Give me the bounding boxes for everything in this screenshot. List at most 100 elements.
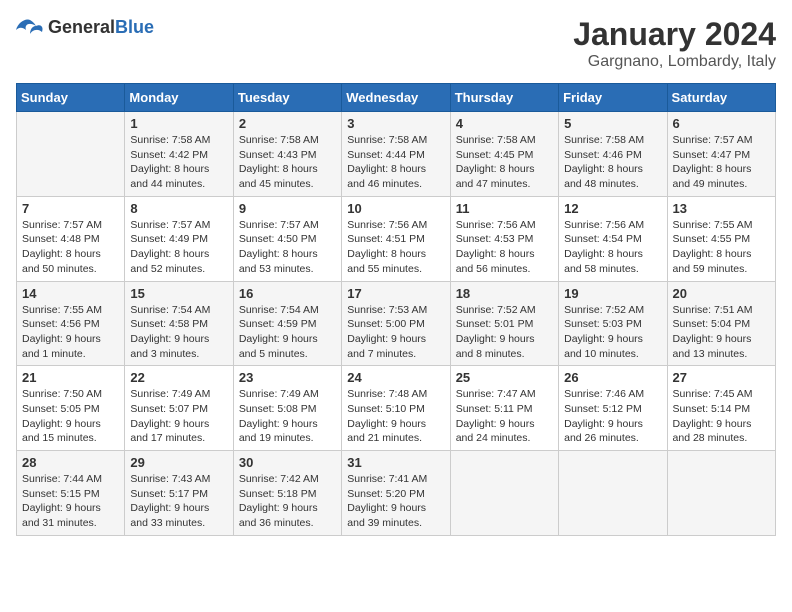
day-number: 25 [456,370,553,385]
calendar-cell: 2 Sunrise: 7:58 AMSunset: 4:43 PMDaylight… [233,112,341,197]
day-number: 30 [239,455,336,470]
day-number: 17 [347,286,444,301]
weekday-header: Friday [559,84,667,112]
day-number: 10 [347,201,444,216]
month-title: January 2024 [573,16,776,53]
day-info: Sunrise: 7:53 AMSunset: 5:00 PMDaylight:… [347,303,444,362]
calendar-cell: 4 Sunrise: 7:58 AMSunset: 4:45 PMDaylight… [450,112,558,197]
day-info: Sunrise: 7:58 AMSunset: 4:46 PMDaylight:… [564,133,661,192]
logo-general: General [48,17,115,37]
day-number: 14 [22,286,119,301]
day-number: 28 [22,455,119,470]
day-info: Sunrise: 7:46 AMSunset: 5:12 PMDaylight:… [564,387,661,446]
logo-text: GeneralBlue [48,17,154,38]
calendar-week-row: 21 Sunrise: 7:50 AMSunset: 5:05 PMDayligh… [17,366,776,451]
day-number: 22 [130,370,227,385]
calendar-cell: 15Sunrise: 7:54 AMSunset: 4:58 PMDayligh… [125,281,233,366]
weekday-header: Thursday [450,84,558,112]
calendar-cell: 6Sunrise: 7:57 AMSunset: 4:47 PMDaylight… [667,112,775,197]
calendar-cell: 16 Sunrise: 7:54 AMSunset: 4:59 PMDayligh… [233,281,341,366]
day-info: Sunrise: 7:49 AMSunset: 5:08 PMDaylight:… [239,387,336,446]
calendar-cell: 31 Sunrise: 7:41 AMSunset: 5:20 PMDayligh… [342,451,450,536]
calendar-cell: 21 Sunrise: 7:50 AMSunset: 5:05 PMDayligh… [17,366,125,451]
day-info: Sunrise: 7:55 AMSunset: 4:56 PMDaylight:… [22,303,119,362]
day-info: Sunrise: 7:57 AMSunset: 4:48 PMDaylight:… [22,218,119,277]
day-number: 7 [22,201,119,216]
calendar-week-row: 1 Sunrise: 7:58 AMSunset: 4:42 PMDaylight… [17,112,776,197]
calendar-cell [17,112,125,197]
day-number: 26 [564,370,661,385]
calendar-cell [667,451,775,536]
calendar-cell: 9 Sunrise: 7:57 AMSunset: 4:50 PMDaylight… [233,196,341,281]
logo-blue: Blue [115,17,154,37]
calendar-cell [450,451,558,536]
day-info: Sunrise: 7:43 AMSunset: 5:17 PMDaylight:… [130,472,227,531]
day-number: 16 [239,286,336,301]
day-info: Sunrise: 7:44 AMSunset: 5:15 PMDaylight:… [22,472,119,531]
day-number: 15 [130,286,227,301]
calendar-cell: 24 Sunrise: 7:48 AMSunset: 5:10 PMDayligh… [342,366,450,451]
day-number: 12 [564,201,661,216]
day-number: 31 [347,455,444,470]
weekday-header: Monday [125,84,233,112]
day-number: 20 [673,286,770,301]
calendar-week-row: 28 Sunrise: 7:44 AMSunset: 5:15 PMDayligh… [17,451,776,536]
calendar-cell: 8 Sunrise: 7:57 AMSunset: 4:49 PMDaylight… [125,196,233,281]
day-info: Sunrise: 7:56 AMSunset: 4:51 PMDaylight:… [347,218,444,277]
day-number: 23 [239,370,336,385]
calendar-cell: 17 Sunrise: 7:53 AMSunset: 5:00 PMDayligh… [342,281,450,366]
calendar-table: SundayMondayTuesdayWednesdayThursdayFrid… [16,83,776,536]
calendar-cell: 23 Sunrise: 7:49 AMSunset: 5:08 PMDayligh… [233,366,341,451]
calendar-cell: 14 Sunrise: 7:55 AMSunset: 4:56 PMDayligh… [17,281,125,366]
day-info: Sunrise: 7:54 AMSunset: 4:59 PMDaylight:… [239,303,336,362]
day-number: 13 [673,201,770,216]
calendar-cell: 30 Sunrise: 7:42 AMSunset: 5:18 PMDayligh… [233,451,341,536]
day-info: Sunrise: 7:56 AMSunset: 4:54 PMDaylight:… [564,218,661,277]
day-info: Sunrise: 7:58 AMSunset: 4:42 PMDaylight:… [130,133,227,192]
calendar-cell: 13Sunrise: 7:55 AMSunset: 4:55 PMDayligh… [667,196,775,281]
day-number: 27 [673,370,770,385]
day-info: Sunrise: 7:57 AMSunset: 4:49 PMDaylight:… [130,218,227,277]
page-header: GeneralBlue January 2024 Gargnano, Lomba… [16,16,776,71]
weekday-header: Sunday [17,84,125,112]
day-info: Sunrise: 7:42 AMSunset: 5:18 PMDaylight:… [239,472,336,531]
day-number: 5 [564,116,661,131]
day-number: 6 [673,116,770,131]
day-info: Sunrise: 7:47 AMSunset: 5:11 PMDaylight:… [456,387,553,446]
day-number: 2 [239,116,336,131]
day-number: 9 [239,201,336,216]
weekday-header: Saturday [667,84,775,112]
day-number: 18 [456,286,553,301]
calendar-cell: 28 Sunrise: 7:44 AMSunset: 5:15 PMDayligh… [17,451,125,536]
day-info: Sunrise: 7:51 AMSunset: 5:04 PMDaylight:… [673,303,770,362]
day-info: Sunrise: 7:50 AMSunset: 5:05 PMDaylight:… [22,387,119,446]
day-info: Sunrise: 7:48 AMSunset: 5:10 PMDaylight:… [347,387,444,446]
calendar-cell: 18 Sunrise: 7:52 AMSunset: 5:01 PMDayligh… [450,281,558,366]
calendar-cell: 12 Sunrise: 7:56 AMSunset: 4:54 PMDayligh… [559,196,667,281]
day-info: Sunrise: 7:57 AMSunset: 4:50 PMDaylight:… [239,218,336,277]
calendar-cell: 3Sunrise: 7:58 AMSunset: 4:44 PMDaylight… [342,112,450,197]
calendar-week-row: 14 Sunrise: 7:55 AMSunset: 4:56 PMDayligh… [17,281,776,366]
day-info: Sunrise: 7:45 AMSunset: 5:14 PMDaylight:… [673,387,770,446]
logo-icon [16,16,44,38]
day-number: 24 [347,370,444,385]
day-number: 8 [130,201,227,216]
day-info: Sunrise: 7:52 AMSunset: 5:03 PMDaylight:… [564,303,661,362]
day-number: 1 [130,116,227,131]
weekday-header: Wednesday [342,84,450,112]
day-info: Sunrise: 7:56 AMSunset: 4:53 PMDaylight:… [456,218,553,277]
calendar-cell: 10 Sunrise: 7:56 AMSunset: 4:51 PMDayligh… [342,196,450,281]
day-info: Sunrise: 7:52 AMSunset: 5:01 PMDaylight:… [456,303,553,362]
calendar-cell: 22 Sunrise: 7:49 AMSunset: 5:07 PMDayligh… [125,366,233,451]
calendar-cell: 11Sunrise: 7:56 AMSunset: 4:53 PMDayligh… [450,196,558,281]
day-number: 21 [22,370,119,385]
day-info: Sunrise: 7:41 AMSunset: 5:20 PMDaylight:… [347,472,444,531]
day-info: Sunrise: 7:58 AMSunset: 4:44 PMDaylight:… [347,133,444,192]
day-number: 19 [564,286,661,301]
calendar-cell: 26 Sunrise: 7:46 AMSunset: 5:12 PMDayligh… [559,366,667,451]
day-info: Sunrise: 7:58 AMSunset: 4:43 PMDaylight:… [239,133,336,192]
weekday-header: Tuesday [233,84,341,112]
day-info: Sunrise: 7:49 AMSunset: 5:07 PMDaylight:… [130,387,227,446]
day-info: Sunrise: 7:58 AMSunset: 4:45 PMDaylight:… [456,133,553,192]
day-number: 4 [456,116,553,131]
